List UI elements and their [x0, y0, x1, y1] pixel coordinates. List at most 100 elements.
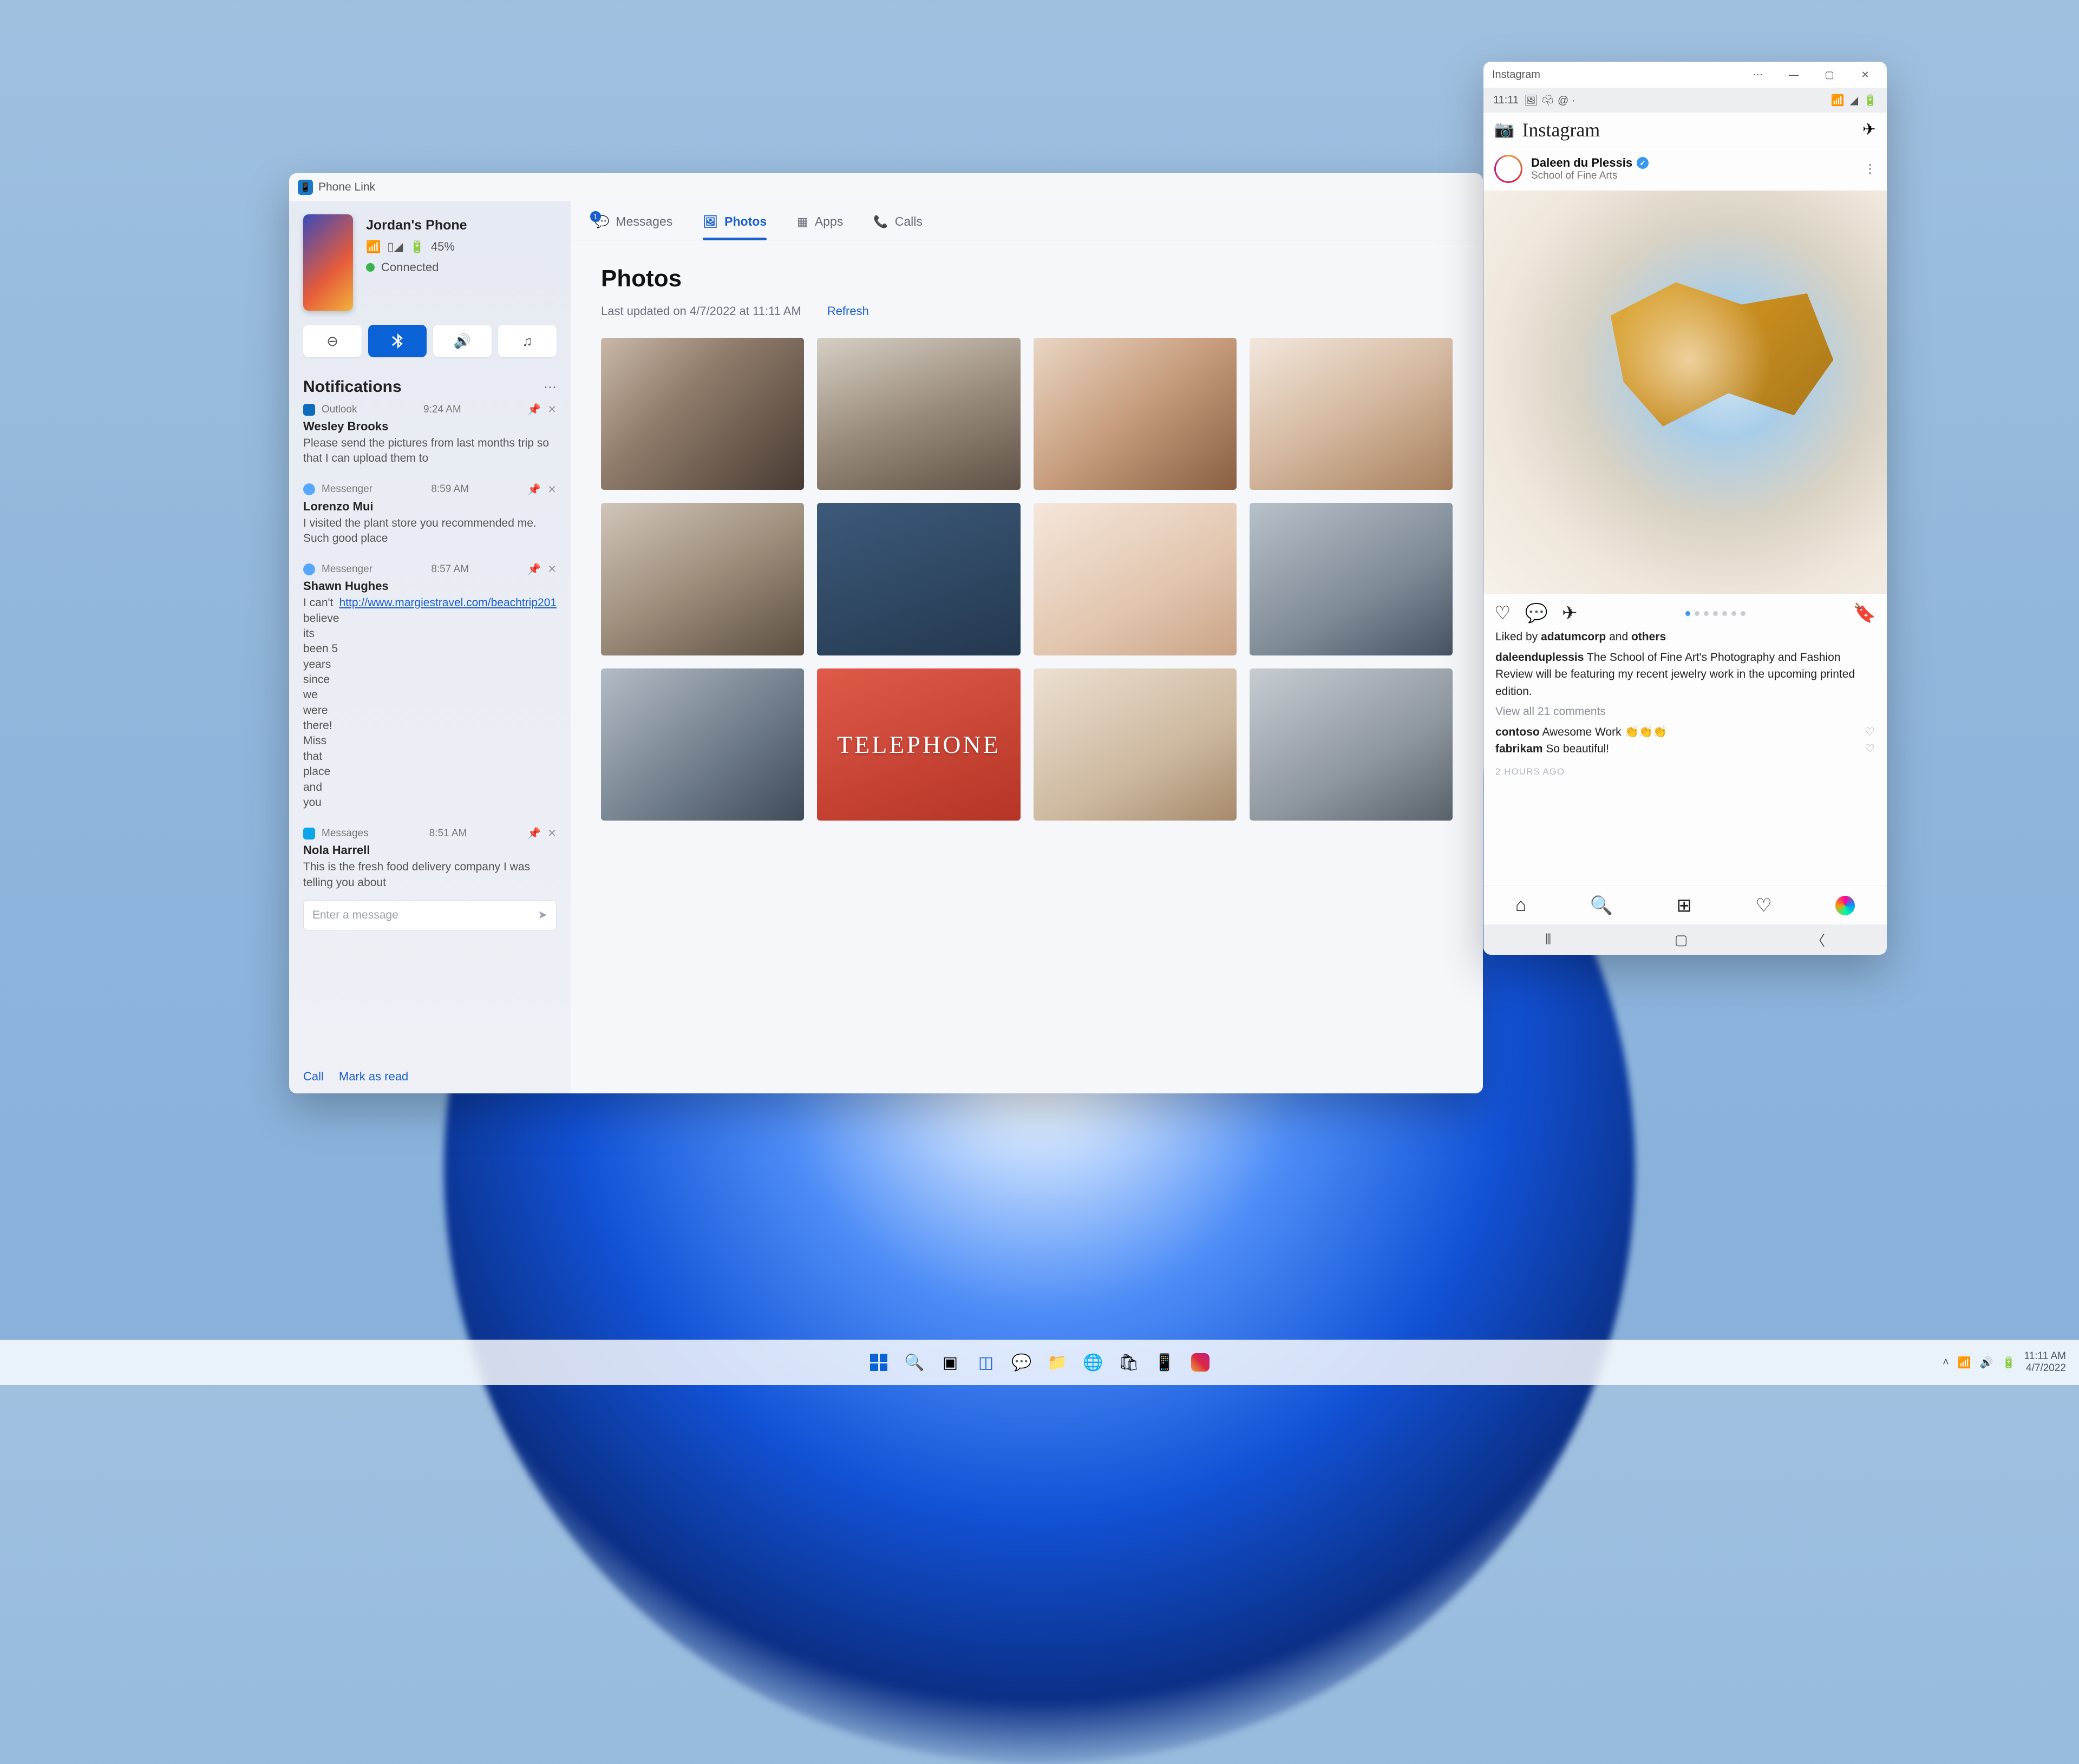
messages-icon: [303, 828, 315, 840]
taskbar-clock[interactable]: 11:11 AM 4/7/2022: [2024, 1350, 2066, 1374]
notification-body: I can't believe its been 5 years since w…: [303, 595, 557, 810]
tab-messages[interactable]: 1 💬 Messages: [594, 214, 672, 240]
bluetooth-toggle[interactable]: [368, 325, 427, 357]
phone-link-content: 1 💬 Messages 🖼 Photos ▦ Apps 📞 Calls: [571, 201, 1483, 1093]
close-button[interactable]: ✕: [1848, 63, 1882, 87]
search-tab-icon[interactable]: 🔍: [1590, 895, 1613, 916]
photo-thumbnail[interactable]: [601, 338, 804, 490]
post-more-icon[interactable]: ⋮: [1864, 162, 1876, 176]
comment-user[interactable]: fabrikam: [1495, 743, 1543, 755]
profile-tab-icon[interactable]: [1835, 896, 1855, 915]
photo-thumbnail[interactable]: [817, 338, 1020, 490]
pin-icon[interactable]: 📌: [527, 483, 541, 496]
notification-item[interactable]: Messenger 8:59 AM 📌 ✕ Lorenzo Mui I visi…: [303, 483, 557, 547]
minimize-button[interactable]: —: [1776, 63, 1811, 87]
close-icon[interactable]: ✕: [547, 403, 557, 416]
battery-icon: 🔋: [409, 240, 424, 254]
notification-time: 8:57 AM: [431, 563, 469, 575]
call-action[interactable]: Call: [303, 1070, 324, 1084]
dnd-toggle[interactable]: ⊖: [303, 325, 362, 357]
photo-thumbnail[interactable]: [1250, 338, 1453, 490]
close-icon[interactable]: ✕: [547, 827, 557, 840]
music-toggle[interactable]: ♫: [498, 325, 557, 357]
direct-messages-icon[interactable]: ✈: [1862, 120, 1876, 139]
cellular-icon: ◢: [1850, 94, 1858, 107]
likes-line[interactable]: Liked by adatumcorp and others: [1495, 628, 1875, 646]
notification-time: 9:24 AM: [423, 404, 461, 416]
volume-toggle[interactable]: 🔊: [433, 325, 492, 357]
start-button[interactable]: [863, 1347, 894, 1378]
photo-thumbnail[interactable]: TELEPHONE: [817, 668, 1020, 821]
tab-calls[interactable]: 📞 Calls: [873, 214, 923, 240]
new-post-icon[interactable]: ⊞: [1676, 895, 1692, 916]
photo-thumbnail[interactable]: [1250, 668, 1453, 821]
notification-item[interactable]: Messenger 8:57 AM 📌 ✕ Shawn Hughes I can…: [303, 562, 557, 810]
phone-link-titlebar[interactable]: 📱 Phone Link: [289, 173, 1483, 201]
photo-thumbnail[interactable]: [1034, 338, 1237, 490]
photo-thumbnail[interactable]: [601, 503, 804, 655]
photo-thumbnail[interactable]: [1034, 503, 1237, 655]
pin-icon[interactable]: 📌: [527, 827, 541, 840]
widgets-button[interactable]: ◫: [970, 1347, 1002, 1378]
search-button[interactable]: 🔍: [899, 1347, 930, 1378]
tray-overflow-icon[interactable]: ˄: [1943, 1356, 1949, 1369]
pin-icon[interactable]: 📌: [527, 403, 541, 416]
notification-item[interactable]: Outlook 9:24 AM 📌 ✕ Wesley Brooks Please…: [303, 403, 557, 467]
recents-button[interactable]: ⦀: [1545, 931, 1551, 948]
close-icon[interactable]: ✕: [547, 562, 557, 576]
avatar[interactable]: [1494, 155, 1522, 183]
mark-read-action[interactable]: Mark as read: [339, 1070, 408, 1084]
camera-icon[interactable]: 📷: [1494, 120, 1514, 139]
close-icon[interactable]: ✕: [547, 483, 557, 496]
system-tray[interactable]: ˄ 📶 🔊 🔋 11:11 AM 4/7/2022: [1943, 1350, 2079, 1374]
bookmark-icon[interactable]: 🔖: [1853, 602, 1876, 624]
photo-thumbnail[interactable]: [817, 503, 1020, 655]
share-icon[interactable]: ✈: [1562, 602, 1578, 624]
like-comment-icon[interactable]: ♡: [1865, 724, 1875, 741]
comment-user[interactable]: contoso: [1495, 726, 1540, 738]
outlook-icon: [303, 404, 315, 416]
send-icon[interactable]: ➤: [538, 908, 547, 922]
more-button[interactable]: ⋯: [1741, 63, 1775, 87]
notification-body: I visited the plant store you recommende…: [303, 516, 557, 547]
phone-link-tabs: 1 💬 Messages 🖼 Photos ▦ Apps 📞 Calls: [571, 201, 1483, 240]
phone-thumbnail[interactable]: [303, 214, 353, 311]
volume-icon[interactable]: 🔊: [1980, 1356, 1993, 1369]
taskbar-date: 4/7/2022: [2026, 1362, 2066, 1374]
back-button[interactable]: 〈: [1811, 930, 1825, 950]
phone-link-window: 📱 Phone Link Jordan's Phone 📶 ▯◢ 🔋 45%: [289, 173, 1483, 1093]
chat-button[interactable]: 💬: [1006, 1347, 1037, 1378]
wifi-icon[interactable]: 📶: [1958, 1356, 1971, 1369]
instagram-titlebar[interactable]: Instagram ⋯ — ▢ ✕: [1483, 62, 1887, 88]
like-comment-icon[interactable]: ♡: [1865, 740, 1875, 758]
activity-tab-icon[interactable]: ♡: [1755, 895, 1771, 916]
battery-icon[interactable]: 🔋: [2002, 1356, 2016, 1369]
notifications-more-icon[interactable]: ⋯: [544, 379, 557, 395]
photo-thumbnail[interactable]: [601, 668, 804, 821]
tab-apps[interactable]: ▦ Apps: [797, 214, 843, 240]
photos-grid: TELEPHONE: [601, 338, 1453, 821]
file-explorer-button[interactable]: 📁: [1042, 1347, 1073, 1378]
refresh-button[interactable]: Refresh: [827, 304, 869, 318]
photo-thumbnail[interactable]: [1034, 668, 1237, 821]
post-username[interactable]: Daleen du Plessis: [1531, 156, 1632, 170]
notification-link[interactable]: http://www.margiestravel.com/beachtrip20…: [339, 595, 557, 810]
maximize-button[interactable]: ▢: [1812, 63, 1847, 87]
home-tab-icon[interactable]: ⌂: [1515, 895, 1527, 916]
pin-icon[interactable]: 📌: [527, 562, 541, 576]
edge-button[interactable]: 🌐: [1077, 1347, 1109, 1378]
phone-link-taskbar-button[interactable]: 📱: [1149, 1347, 1180, 1378]
photo-thumbnail[interactable]: [1250, 503, 1453, 655]
post-image[interactable]: [1483, 191, 1887, 594]
home-button[interactable]: ▢: [1675, 932, 1688, 948]
notification-item[interactable]: Messages 8:51 AM 📌 ✕ Nola Harrell This i…: [303, 827, 557, 930]
store-button[interactable]: 🛍: [1113, 1347, 1145, 1378]
comment-icon[interactable]: 💬: [1525, 602, 1547, 624]
task-view-button[interactable]: ▣: [934, 1347, 966, 1378]
tab-photos[interactable]: 🖼 Photos: [703, 214, 767, 240]
view-comments-link[interactable]: View all 21 comments: [1495, 703, 1875, 720]
instagram-taskbar-button[interactable]: [1185, 1347, 1216, 1378]
reply-input[interactable]: Enter a message ➤: [303, 900, 557, 930]
like-icon[interactable]: ♡: [1494, 602, 1511, 624]
post-subtitle: School of Fine Arts: [1531, 170, 1649, 182]
